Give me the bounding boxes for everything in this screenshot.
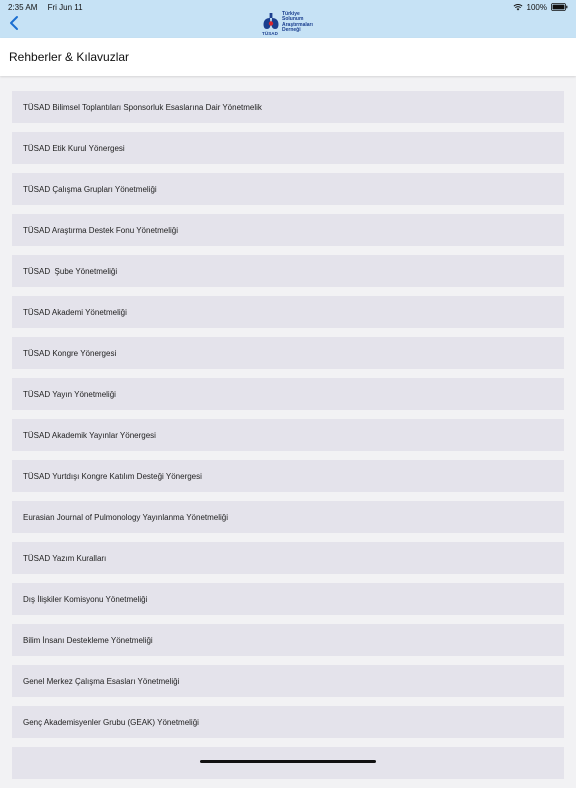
logo-line: Derneği bbox=[282, 27, 301, 34]
list-item[interactable]: TÜSAD Yazım Kuralları bbox=[12, 542, 564, 574]
status-time: 2:35 AM bbox=[8, 2, 38, 12]
list-item[interactable]: TÜSAD Akademik Yayınlar Yönergesi bbox=[12, 419, 564, 451]
page-header: Rehberler & Kılavuzlar bbox=[0, 38, 576, 76]
tusad-logo: TÜSAD Türkiye Solunum Araştırmaları Dern… bbox=[262, 11, 318, 37]
list-item[interactable]: Eurasian Journal of Pulmonology Yayınlan… bbox=[12, 501, 564, 533]
status-bar: 2:35 AM Fri Jun 11 100% bbox=[0, 0, 576, 14]
battery-icon bbox=[551, 3, 568, 11]
list-item[interactable]: Genel Merkez Çalışma Esasları Yönetmeliğ… bbox=[12, 665, 564, 697]
list-item[interactable]: TÜSAD Yurtdışı Kongre Katılım Desteği Yö… bbox=[12, 460, 564, 492]
list-item[interactable]: TÜSAD Yayın Yönetmeliği bbox=[12, 378, 564, 410]
logo-text: Türkiye Solunum Araştırmaları Derneği bbox=[282, 11, 313, 34]
battery-percent: 100% bbox=[526, 2, 547, 12]
list-item[interactable]: Genç Akademisyenler Grubu (GEAK) Yönetme… bbox=[12, 706, 564, 738]
list-item[interactable]: TÜSAD Araştırma Destek Fonu Yönetmeliği bbox=[12, 214, 564, 246]
guidelines-list: TÜSAD Bilimsel Toplantıları Sponsorluk E… bbox=[12, 91, 564, 788]
list-item[interactable] bbox=[12, 747, 564, 779]
home-indicator bbox=[200, 760, 376, 763]
page-title: Rehberler & Kılavuzlar bbox=[9, 50, 130, 64]
list-item[interactable]: TÜSAD Etik Kurul Yönergesi bbox=[12, 132, 564, 164]
list-item[interactable]: TÜSAD Kongre Yönergesi bbox=[12, 337, 564, 369]
lungs-logo-icon: TÜSAD bbox=[262, 12, 280, 37]
list-item[interactable]: TÜSAD Şube Yönetmeliği bbox=[12, 255, 564, 287]
status-left: 2:35 AM Fri Jun 11 bbox=[8, 3, 91, 12]
logo-abbreviation: TÜSAD bbox=[262, 31, 278, 36]
chevron-left-icon bbox=[8, 15, 20, 36]
list-item[interactable]: TÜSAD Bilimsel Toplantıları Sponsorluk E… bbox=[12, 91, 564, 123]
list-item[interactable]: Bilim İnsanı Destekleme Yönetmeliği bbox=[12, 624, 564, 656]
wifi-icon bbox=[513, 3, 523, 11]
list-item[interactable]: TÜSAD Çalışma Grupları Yönetmeliği bbox=[12, 173, 564, 205]
list-item[interactable]: Dış İlişkiler Komisyonu Yönetmeliği bbox=[12, 583, 564, 615]
status-right: 100% bbox=[513, 3, 568, 12]
status-date: Fri Jun 11 bbox=[47, 2, 83, 12]
list-item[interactable]: TÜSAD Akademi Yönetmeliği bbox=[12, 296, 564, 328]
back-button[interactable] bbox=[3, 14, 25, 36]
